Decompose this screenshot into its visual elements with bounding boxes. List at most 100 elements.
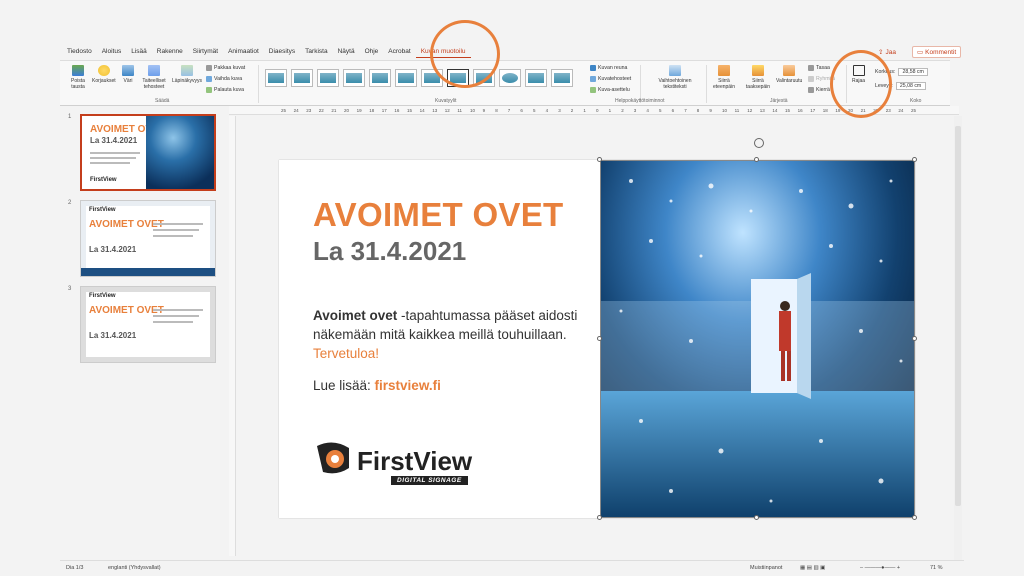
slide-read-more[interactable]: Lue lisää: firstview.fi (313, 378, 441, 393)
ribbon: Poista tausta Korjaukset Väri Taiteellis… (60, 60, 950, 106)
tab-design[interactable]: Rakenne (152, 46, 188, 58)
vertical-ruler (229, 116, 236, 556)
ruler-tick: 5 (533, 108, 536, 113)
resize-handle[interactable] (597, 157, 602, 162)
slide-number: 3 (68, 286, 72, 292)
slide-thumbnail-1[interactable]: AVOIMET OVET La 31.4.2021 FirstView (80, 114, 216, 191)
resize-handle[interactable] (754, 157, 759, 162)
send-backward-label: Siirrä taaksepäin (745, 78, 771, 90)
picture-style-6[interactable] (395, 69, 417, 87)
ruler-tick: 25 (281, 108, 287, 113)
alt-text-icon (669, 65, 681, 76)
slide-date[interactable]: La 31.4.2021 (313, 236, 466, 267)
tab-acrobat[interactable]: Acrobat (383, 46, 415, 58)
resize-handle[interactable] (912, 336, 917, 341)
transparency-button[interactable]: Läpinäkyvyys (172, 65, 202, 84)
ruler-tick: 12 (444, 108, 450, 113)
picture-style-11[interactable] (525, 69, 547, 87)
comments-label: Kommentit (925, 48, 957, 56)
remove-background-button[interactable]: Poista tausta (66, 65, 90, 90)
zoom-slider[interactable]: – ———●—— + (860, 565, 900, 571)
compress-pictures-button[interactable]: Pakkaa kuvat (206, 65, 245, 71)
slide-photo[interactable] (600, 160, 915, 518)
picture-style-3[interactable] (317, 69, 339, 87)
bring-forward-button[interactable]: Siirrä eteenpäin (712, 65, 736, 90)
tab-file[interactable]: Tiedosto (62, 46, 97, 58)
body-welcome: Tervetuloa! (313, 346, 380, 361)
corrections-button[interactable]: Korjaukset (92, 65, 116, 84)
artistic-effects-button[interactable]: Taiteelliset tehosteet (140, 65, 168, 90)
vertical-scrollbar[interactable] (954, 116, 962, 560)
resize-handle[interactable] (912, 515, 917, 520)
rotate-handle[interactable] (754, 138, 764, 148)
picture-style-2[interactable] (291, 69, 313, 87)
picture-style-10[interactable] (499, 69, 521, 87)
tab-transitions[interactable]: Siirtymät (188, 46, 223, 58)
picture-style-12[interactable] (551, 69, 573, 87)
thumb-logo: FirstView (90, 177, 117, 183)
logo-tagline: DIGITAL SIGNAGE (391, 476, 468, 485)
scrollbar-thumb[interactable] (955, 126, 961, 506)
ruler-tick: 25 (911, 108, 917, 113)
picture-style-1[interactable] (265, 69, 287, 87)
picture-effects-button[interactable]: Kuvatehosteet (590, 76, 631, 82)
ruler-tick: 4 (646, 108, 649, 113)
resize-handle[interactable] (754, 515, 759, 520)
ruler-tick: 16 (797, 108, 803, 113)
ruler-tick: 14 (419, 108, 425, 113)
ruler-tick: 21 (331, 108, 337, 113)
picture-border-button[interactable]: Kuvan reuna (590, 65, 627, 71)
transparency-label: Läpinäkyvyys (172, 78, 203, 84)
alt-text-button[interactable]: Vaihtoehtoinen tekstiteksti (650, 65, 700, 90)
picture-style-5[interactable] (369, 69, 391, 87)
reset-picture-label: Palauta kuva (214, 87, 244, 93)
zoom-level[interactable]: 71 % (930, 565, 943, 571)
picture-style-4[interactable] (343, 69, 365, 87)
firstview-logo[interactable]: FirstView DIGITAL SIGNAGE (313, 438, 503, 490)
logo-wordmark: FirstView (357, 446, 472, 477)
tab-home[interactable]: Aloitus (97, 46, 127, 58)
change-picture-button[interactable]: Vaihda kuva (206, 76, 242, 82)
width-value[interactable]: 25,08 cm (895, 82, 926, 90)
resize-handle[interactable] (597, 336, 602, 341)
artistic-effects-label: Taiteelliset tehosteet (142, 78, 166, 90)
tab-insert[interactable]: Lisää (126, 46, 152, 58)
logo-first: First (357, 446, 414, 476)
picture-layout-label: Kuva-asettelu (598, 87, 630, 93)
align-button[interactable]: Tasaa (808, 65, 830, 71)
tab-animations[interactable]: Animaatiot (223, 46, 264, 58)
thumb-text-line (153, 309, 203, 311)
ruler-tick: 9 (482, 108, 486, 113)
slide-title[interactable]: AVOIMET OVET (313, 196, 564, 234)
ruler-tick: 18 (369, 108, 375, 113)
tab-review[interactable]: Tarkista (300, 46, 332, 58)
thumb-date: La 31.4.2021 (89, 245, 137, 254)
tab-help[interactable]: Ohje (360, 46, 384, 58)
tab-view[interactable]: Näytä (333, 46, 360, 58)
size-group-label: Koko (910, 98, 922, 104)
ruler-tick: 15 (785, 108, 791, 113)
slide-thumbnail-2[interactable]: FirstView AVOIMET OVET La 31.4.2021 (80, 200, 216, 277)
thumb-logo: FirstView (89, 207, 116, 213)
language-status[interactable]: englanti (Yhdysvallat) (108, 565, 161, 571)
ruler-tick: 6 (671, 108, 675, 113)
selection-pane-button[interactable]: Valintaruutu (776, 65, 802, 84)
slide-body-text[interactable]: Avoimet ovet -tapahtumassa pääset aidost… (313, 306, 583, 363)
rotate-button[interactable]: Kierrä (808, 87, 830, 93)
comments-button[interactable]: ▭ Kommentit (912, 46, 962, 58)
ruler-tick: 14 (772, 108, 778, 113)
change-picture-icon (206, 76, 212, 82)
picture-layout-button[interactable]: Kuva-asettelu (590, 87, 630, 93)
resize-handle[interactable] (912, 157, 917, 162)
share-button[interactable]: ⇪ Jaa (878, 48, 896, 57)
slide-thumbnail-3[interactable]: FirstView AVOIMET OVET La 31.4.2021 (80, 286, 216, 363)
resize-handle[interactable] (597, 515, 602, 520)
notes-button[interactable]: Muistiinpanot (750, 565, 782, 571)
view-buttons[interactable]: ▦ ▤ ▥ ▣ (800, 565, 825, 571)
color-button[interactable]: Väri (122, 65, 134, 84)
height-value[interactable]: 28,58 cm (898, 68, 929, 76)
tab-slideshow[interactable]: Diaesitys (264, 46, 300, 58)
thumb-logo: FirstView (89, 293, 116, 299)
send-backward-button[interactable]: Siirrä taaksepäin (744, 65, 772, 90)
reset-picture-button[interactable]: Palauta kuva (206, 87, 244, 93)
